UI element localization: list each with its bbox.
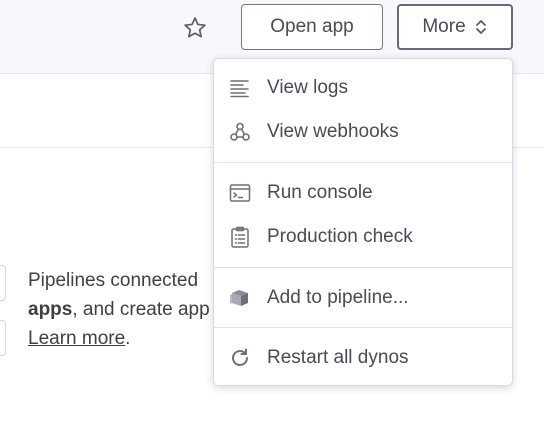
- menu-item-label: Run console: [267, 182, 373, 203]
- menu-item-production-check[interactable]: Production check: [214, 218, 512, 256]
- more-label: More: [422, 16, 466, 37]
- webhooks-icon: [230, 122, 250, 141]
- menu-item-label: Restart all dynos: [267, 347, 409, 368]
- pipeline-text-line1: Pipelines connected: [28, 270, 199, 291]
- chevron-up-down-icon: [475, 20, 486, 34]
- open-app-button[interactable]: Open app: [241, 4, 383, 50]
- open-app-label: Open app: [270, 16, 354, 37]
- pipeline-card-edge: [0, 265, 6, 301]
- more-button[interactable]: More: [397, 4, 513, 50]
- pipeline-text-line3: Learn more.: [28, 324, 228, 353]
- apps-bold: apps: [28, 299, 73, 320]
- menu-item-label: Add to pipeline...: [267, 287, 409, 308]
- pipeline-icon: [230, 290, 248, 306]
- menu-divider: [214, 327, 512, 328]
- learn-more-link[interactable]: Learn more: [28, 328, 125, 349]
- menu-item-view-webhooks[interactable]: View webhooks: [214, 113, 512, 151]
- menu-item-label: View logs: [267, 77, 348, 98]
- logs-icon: [230, 80, 249, 98]
- pipeline-description: Pipelines connected apps, and create app…: [28, 266, 228, 353]
- clipboard-icon: [231, 226, 249, 248]
- pipeline-text-line2: apps, and create app: [28, 295, 228, 324]
- pipeline-card-edge: [0, 320, 6, 356]
- menu-divider: [214, 162, 512, 163]
- star-icon[interactable]: [182, 15, 208, 41]
- menu-item-add-to-pipeline[interactable]: Add to pipeline...: [214, 279, 512, 317]
- console-icon: [229, 184, 251, 202]
- menu-item-label: Production check: [267, 226, 413, 247]
- menu-item-run-console[interactable]: Run console: [214, 174, 512, 212]
- pipeline-text-line2-rest: , and create app: [72, 299, 210, 320]
- menu-item-view-logs[interactable]: View logs: [214, 69, 512, 107]
- more-dropdown-menu: View logs View webhooks Run console Prod…: [213, 58, 513, 386]
- restart-icon: [232, 348, 248, 366]
- period: .: [125, 328, 131, 349]
- menu-item-label: View webhooks: [267, 121, 399, 142]
- menu-item-restart-all-dynos[interactable]: Restart all dynos: [214, 339, 512, 377]
- menu-divider: [214, 267, 512, 268]
